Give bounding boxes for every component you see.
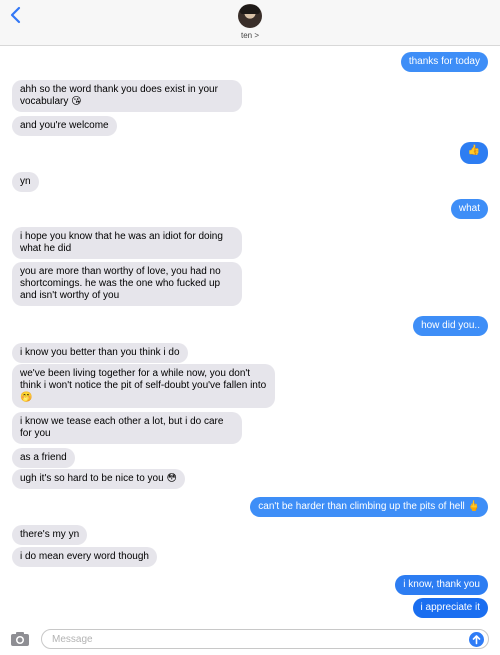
received-message[interactable]: i know we tease each other a lot, but i … xyxy=(12,412,242,444)
received-message[interactable]: ahh so the word thank you does exist in … xyxy=(12,80,242,112)
received-message[interactable]: you are more than worthy of love, you ha… xyxy=(12,262,242,306)
message-composer xyxy=(0,623,500,655)
send-button[interactable] xyxy=(469,632,484,647)
received-message[interactable]: i hope you know that he was an idiot for… xyxy=(12,227,242,259)
sent-message[interactable]: i appreciate it xyxy=(412,598,488,618)
camera-icon[interactable] xyxy=(10,631,30,647)
conversation-header: ten > xyxy=(0,0,500,46)
received-message[interactable]: as a friend xyxy=(12,448,75,468)
received-message[interactable]: and you're welcome xyxy=(12,116,117,136)
sent-message[interactable]: thanks for today xyxy=(400,52,488,72)
sent-message[interactable]: what xyxy=(450,199,488,219)
received-message[interactable]: i know you better than you think i do xyxy=(12,343,188,363)
chevron-left-icon[interactable] xyxy=(8,6,24,24)
received-message[interactable]: ugh it's so hard to be nice to you 😳 xyxy=(12,469,185,489)
sent-message[interactable]: i know, thank you xyxy=(395,575,488,595)
received-message[interactable]: there's my yn xyxy=(12,525,88,545)
contact-avatar[interactable] xyxy=(238,4,262,28)
message-input[interactable] xyxy=(41,629,489,649)
received-message[interactable]: i do mean every word though xyxy=(12,547,157,567)
send-arrow-icon xyxy=(472,635,481,645)
sent-message[interactable]: how did you.. xyxy=(413,316,488,336)
sent-message[interactable]: 👍 xyxy=(460,142,488,164)
received-message[interactable]: we've been living together for a while n… xyxy=(12,364,275,408)
sent-message[interactable]: can't be harder than climbing up the pit… xyxy=(250,497,488,517)
contact-name[interactable]: ten > xyxy=(0,31,500,40)
received-message[interactable]: yn xyxy=(12,172,39,192)
message-thread: thanks for today ahh so the word thank y… xyxy=(0,46,500,623)
